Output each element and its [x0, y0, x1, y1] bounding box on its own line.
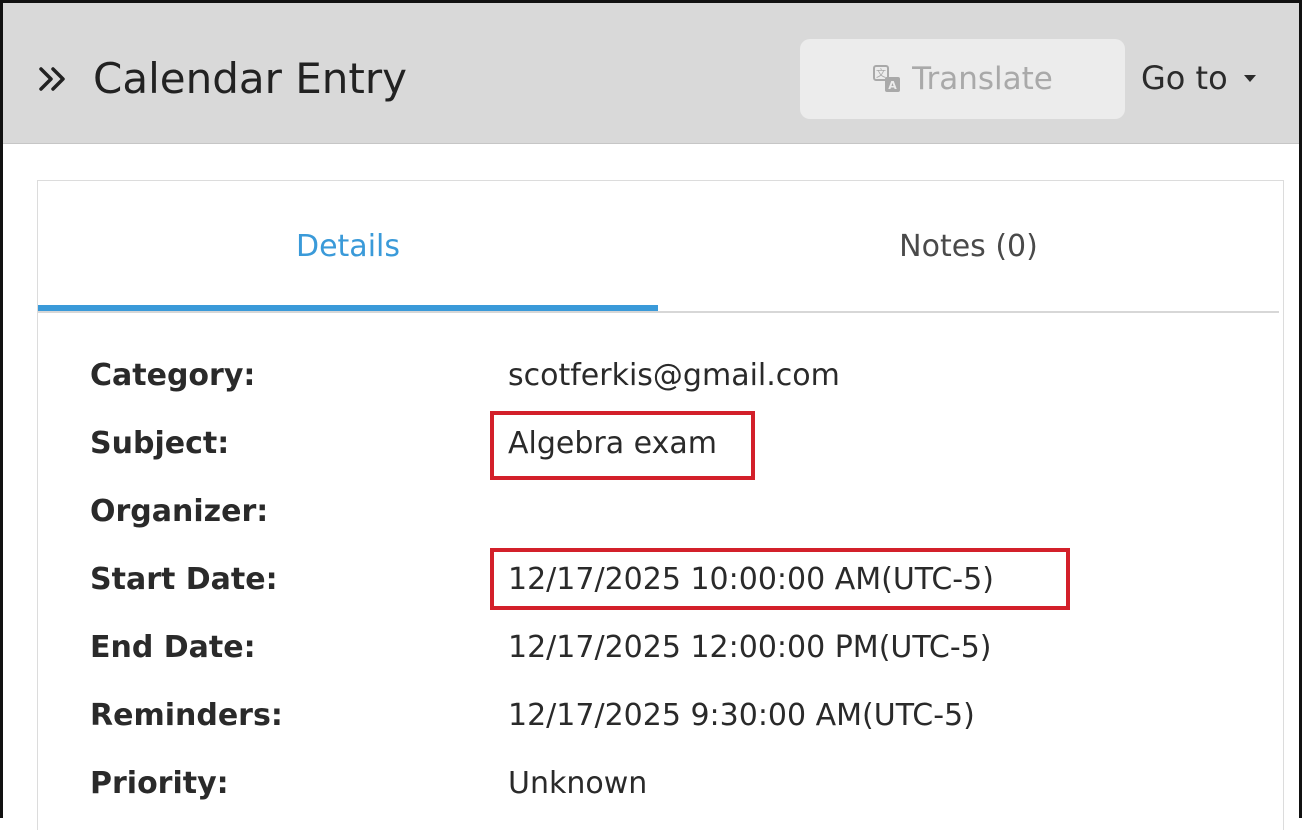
- tab-details[interactable]: Details: [38, 181, 658, 311]
- priority-value: Unknown: [508, 766, 648, 801]
- end-date-value: 12/17/2025 12:00:00 PM(UTC-5): [508, 630, 992, 665]
- detail-row-reminders: Reminders: 12/17/2025 9:30:00 AM(UTC-5): [38, 698, 1278, 758]
- page-title: Calendar Entry: [93, 54, 407, 103]
- page-header: Calendar Entry 文 A Translate Go to: [3, 3, 1299, 144]
- double-chevron-right-icon[interactable]: [35, 59, 75, 99]
- reminders-label: Reminders:: [90, 698, 283, 733]
- end-date-label: End Date:: [90, 630, 256, 665]
- tab-notes[interactable]: Notes (0): [658, 181, 1279, 311]
- svg-text:A: A: [888, 79, 897, 92]
- subject-label: Subject:: [90, 426, 230, 461]
- details-panel: Details Notes (0) Category: scotferkis@g…: [37, 180, 1284, 830]
- detail-row-category: Category: scotferkis@gmail.com: [38, 358, 1278, 418]
- translate-button[interactable]: 文 A Translate: [800, 39, 1125, 119]
- svg-text:文: 文: [876, 67, 886, 80]
- active-tab-indicator: [38, 305, 658, 311]
- goto-dropdown[interactable]: Go to: [1141, 59, 1256, 97]
- translate-icon: 文 A: [873, 65, 901, 92]
- detail-row-priority: Priority: Unknown: [38, 766, 1278, 826]
- caret-down-icon: [1243, 74, 1256, 82]
- start-date-highlight-box: [490, 548, 1070, 610]
- subject-highlight-box: [490, 411, 755, 480]
- detail-row-organizer: Organizer:: [38, 494, 1278, 554]
- translate-label: Translate: [912, 61, 1053, 97]
- category-label: Category:: [90, 358, 256, 393]
- category-value: scotferkis@gmail.com: [508, 358, 840, 393]
- reminders-value: 12/17/2025 9:30:00 AM(UTC-5): [508, 698, 975, 733]
- priority-label: Priority:: [90, 766, 229, 801]
- organizer-label: Organizer:: [90, 494, 269, 529]
- detail-row-end-date: End Date: 12/17/2025 12:00:00 PM(UTC-5): [38, 630, 1278, 690]
- goto-label: Go to: [1141, 59, 1228, 97]
- tab-bar: Details Notes (0): [38, 181, 1279, 313]
- start-date-label: Start Date:: [90, 562, 278, 597]
